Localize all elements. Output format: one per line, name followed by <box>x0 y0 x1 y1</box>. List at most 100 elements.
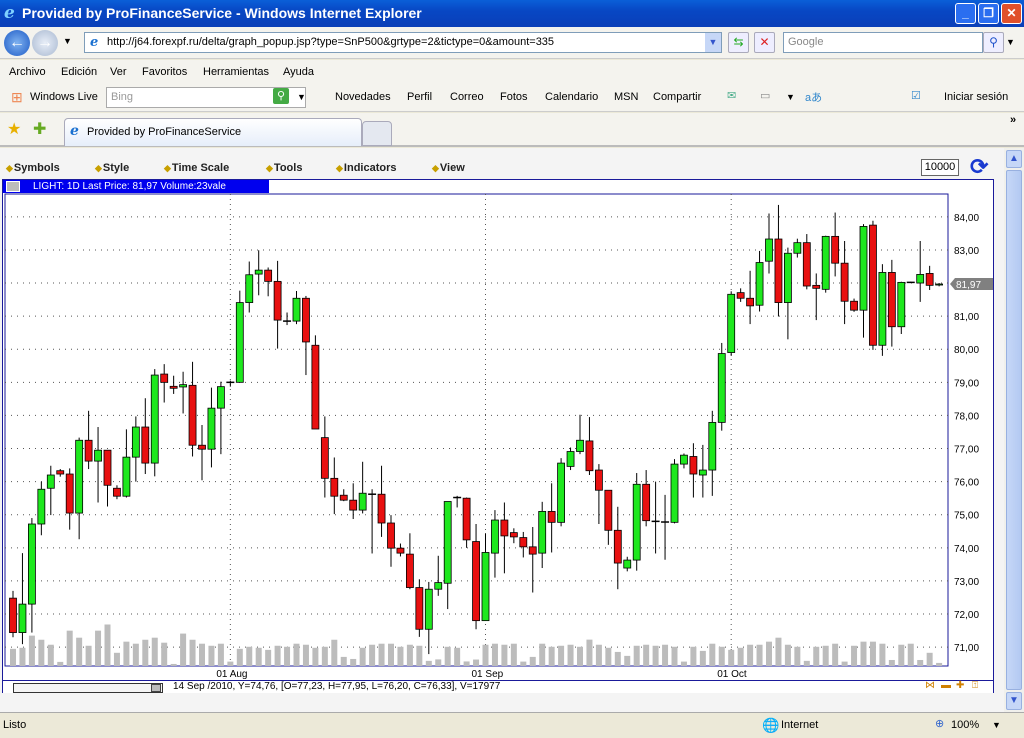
candle <box>906 281 915 284</box>
candle <box>150 369 159 477</box>
refresh-button[interactable]: ⇆ <box>728 32 749 53</box>
volume-bar <box>359 647 366 666</box>
history-dropdown-icon[interactable]: ▼ <box>63 36 72 46</box>
volume-bar <box>567 644 574 666</box>
time-scroll-slider[interactable] <box>13 683 163 693</box>
menu-indicators[interactable]: ◆Indicators <box>336 162 397 174</box>
link-novedades[interactable]: Novedades <box>335 91 391 103</box>
menu-time-scale[interactable]: ◆Time Scale <box>164 162 229 174</box>
link-perfil[interactable]: Perfil <box>407 91 432 103</box>
volume-bar <box>595 644 602 666</box>
candle-body <box>585 440 594 472</box>
refresh-chart-icon[interactable]: ⟳ <box>970 154 988 180</box>
menu-archivo[interactable]: Archivo <box>9 66 46 78</box>
volume-bar <box>189 639 196 666</box>
address-dropdown-icon[interactable]: ▼ <box>705 33 721 52</box>
scroll-down-icon[interactable]: ▼ <box>1006 692 1022 710</box>
candle-body <box>254 269 263 275</box>
candlestick-chart[interactable]: 84,0083,0082,0081,0080,0079,0078,0077,00… <box>3 180 993 680</box>
volume-bar <box>284 646 291 666</box>
favorites-star-icon[interactable]: ★ <box>7 119 21 139</box>
link-correo[interactable]: Correo <box>450 91 484 103</box>
bookmark-icon[interactable]: ⍐ <box>972 680 978 691</box>
candle-body <box>434 582 443 590</box>
volume-bar <box>151 637 158 666</box>
zoom-dropdown-icon[interactable]: ▼ <box>992 720 1001 730</box>
candle-body <box>9 597 17 633</box>
candle-body <box>27 523 36 605</box>
scroll-up-icon[interactable]: ▲ <box>1006 150 1022 168</box>
photo-share-icon[interactable]: ✉ <box>727 89 736 102</box>
volume-bar <box>652 645 659 666</box>
menu-tools[interactable]: ◆Tools <box>266 162 302 174</box>
minimize-button[interactable]: _ <box>955 3 976 24</box>
link-fotos[interactable]: Fotos <box>500 91 528 103</box>
volume-bar <box>208 645 215 666</box>
translate-icon[interactable]: aあ <box>805 89 822 105</box>
menu-style[interactable]: ◆Style <box>95 162 129 174</box>
volume-bar <box>888 659 895 666</box>
add-favorite-icon[interactable]: ✚ <box>33 119 46 139</box>
stop-button[interactable]: ✕ <box>754 32 775 53</box>
menu-favoritos[interactable]: Favoritos <box>142 66 187 78</box>
menu-symbols[interactable]: ◆Symbols <box>6 162 60 174</box>
candle-body <box>642 483 651 522</box>
keyboard-dropdown-icon[interactable]: ▼ <box>786 92 795 102</box>
chart-bottom-bar: 14 Sep /2010, Y=74,76, [O=77,23, H=77,95… <box>3 680 993 693</box>
bing-dropdown-icon[interactable]: ▼ <box>297 92 306 102</box>
search-input[interactable]: Google <box>783 32 983 53</box>
candle-body <box>103 449 112 486</box>
zoom-level[interactable]: 100% <box>951 719 979 731</box>
link-compartir[interactable]: Compartir <box>653 91 701 103</box>
scroll-thumb[interactable] <box>1006 170 1022 690</box>
link-calendario[interactable]: Calendario <box>545 91 598 103</box>
menu-herramientas[interactable]: Herramientas <box>203 66 269 78</box>
ie-logo-icon: e <box>4 3 15 23</box>
volume-bar <box>321 646 328 666</box>
candle <box>897 281 906 335</box>
fit-icon[interactable]: ⋈ <box>925 680 935 691</box>
status-bar: Listo 🌐 Internet ⊕ 100% ▼ <box>0 712 1024 738</box>
amount-input[interactable]: 10000 <box>921 159 959 176</box>
candle-body <box>46 474 55 489</box>
candle-body <box>784 252 792 303</box>
slider-handle[interactable] <box>151 684 161 692</box>
menu-ver[interactable]: Ver <box>110 66 127 78</box>
tab-profinance[interactable]: e Provided by ProFinanceService <box>64 118 362 146</box>
keyboard-icon[interactable]: ▭ <box>760 89 770 102</box>
search-icon[interactable]: ⚲ <box>983 32 1004 53</box>
volume-bar <box>539 643 546 666</box>
zoom-in-icon[interactable]: ✚ <box>956 680 964 691</box>
panel-toggle-icon[interactable] <box>6 181 20 192</box>
candle-body <box>897 281 906 328</box>
address-input[interactable]: e http://j64.forexpf.ru/delta/graph_popu… <box>84 32 722 53</box>
close-window-button[interactable]: ✕ <box>1001 3 1022 24</box>
forward-button[interactable]: → <box>32 30 58 56</box>
menu-edicion[interactable]: Edición <box>61 66 97 78</box>
candle-body <box>755 262 764 306</box>
restore-button[interactable]: ❐ <box>978 3 999 24</box>
volume-bar <box>378 643 385 666</box>
signin-link[interactable]: Iniciar sesión <box>944 91 1008 103</box>
menu-ayuda[interactable]: Ayuda <box>283 66 314 78</box>
new-tab-button[interactable] <box>362 121 392 146</box>
vertical-scrollbar[interactable]: ▲ ▼ <box>1004 148 1024 712</box>
back-button[interactable]: ← <box>4 30 30 56</box>
volume-bar <box>274 645 281 666</box>
volume-bar <box>142 639 149 666</box>
candle-body <box>377 493 386 524</box>
zoom-out-icon[interactable]: ▬ <box>941 680 951 691</box>
volume-bar <box>454 647 461 666</box>
volume-bar <box>671 646 678 666</box>
menu-view[interactable]: ◆View <box>432 162 465 174</box>
search-options-icon[interactable]: ▼ <box>1006 37 1015 47</box>
menu-style-label: Style <box>102 162 130 174</box>
windows-live-link[interactable]: Windows Live <box>30 91 98 103</box>
volume-bar <box>803 660 810 666</box>
bing-search-icon[interactable]: ⚲ <box>273 88 289 104</box>
volume-bar <box>265 649 272 666</box>
volume-bar <box>680 661 687 666</box>
link-msn[interactable]: MSN <box>614 91 638 103</box>
zoom-icon[interactable]: ⊕ <box>935 717 944 730</box>
more-chevron-icon[interactable]: » <box>1010 114 1016 126</box>
